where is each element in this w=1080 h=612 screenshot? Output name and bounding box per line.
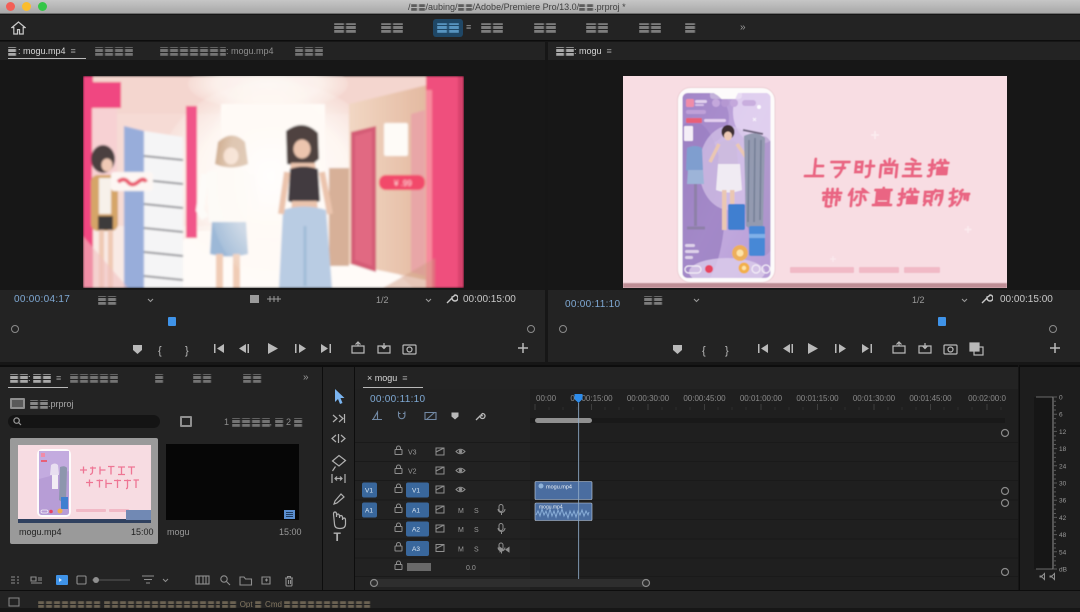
svg-text:V3: V3 (408, 450, 417, 457)
svg-text:T: T (334, 530, 342, 544)
svg-text:¥ .99: ¥ .99 (393, 179, 412, 188)
svg-text:V2: V2 (408, 469, 417, 476)
svg-text:S: S (474, 547, 479, 554)
svg-text:A2: A2 (412, 527, 420, 534)
svg-text:V1: V1 (365, 488, 373, 495)
svg-text:A3: A3 (412, 546, 420, 553)
svg-text:S: S (474, 527, 479, 534)
svg-text:}: } (185, 345, 189, 357)
svg-text:A1: A1 (365, 508, 373, 515)
svg-text:00:01:30:00: 00:01:30:00 (853, 394, 896, 403)
svg-text:mogu.mp4: mogu.mp4 (539, 505, 563, 511)
svg-text:54: 54 (1059, 549, 1067, 556)
svg-text:24: 24 (1059, 463, 1067, 470)
svg-text:12: 12 (1059, 429, 1067, 436)
svg-text:30: 30 (1059, 481, 1067, 488)
svg-text:M: M (458, 508, 464, 515)
svg-text:48: 48 (1059, 532, 1067, 539)
svg-text:0.0: 0.0 (466, 565, 476, 572)
svg-text:00:00:45:00: 00:00:45:00 (683, 394, 726, 403)
svg-text:{: { (158, 345, 162, 357)
svg-text:M: M (458, 547, 464, 554)
svg-text:}: } (725, 345, 729, 357)
svg-text:dB: dB (1059, 567, 1067, 574)
svg-text:0: 0 (1059, 395, 1063, 402)
svg-text:00:00: 00:00 (536, 394, 557, 403)
svg-text:6: 6 (1059, 412, 1063, 419)
svg-text:00:00:30:00: 00:00:30:00 (627, 394, 670, 403)
svg-text:00:02:00:0: 00:02:00:0 (968, 394, 1006, 403)
svg-text:18: 18 (1059, 446, 1067, 453)
svg-text:M: M (458, 527, 464, 534)
svg-text:00:01:45:00: 00:01:45:00 (909, 394, 952, 403)
svg-text:A1: A1 (412, 508, 420, 515)
svg-text:{: { (702, 345, 706, 357)
svg-text:00:01:00:00: 00:01:00:00 (740, 394, 783, 403)
svg-text:S: S (474, 508, 479, 515)
svg-text:36: 36 (1059, 498, 1067, 505)
svg-text:mogu.mp4: mogu.mp4 (546, 485, 572, 491)
svg-text:V1: V1 (412, 488, 420, 495)
svg-text:42: 42 (1059, 515, 1067, 522)
svg-text:00:01:15:00: 00:01:15:00 (796, 394, 839, 403)
